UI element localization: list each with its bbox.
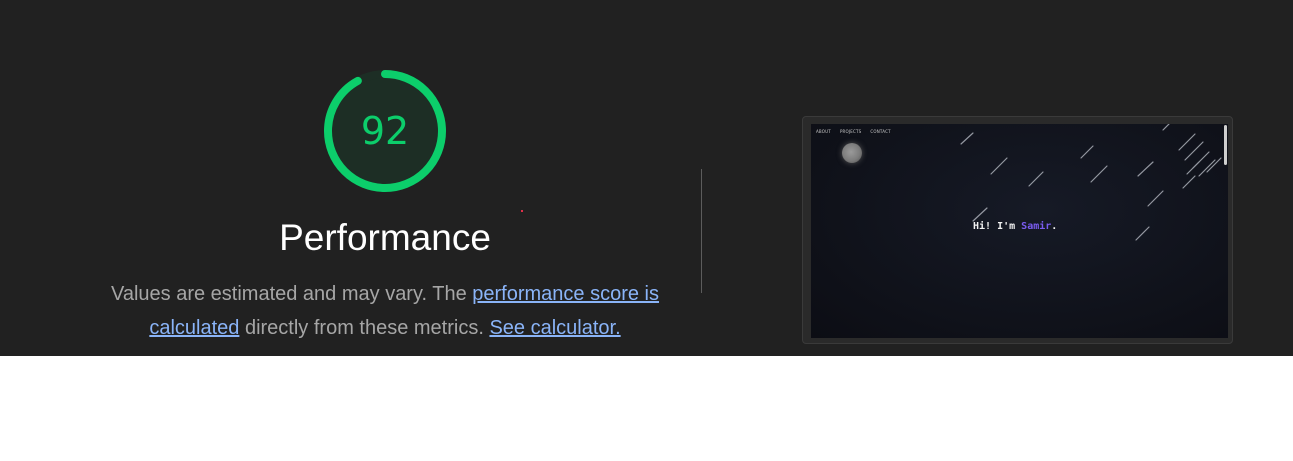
description-text-middle: directly from these metrics.	[239, 317, 490, 339]
decorative-dot	[521, 210, 523, 212]
greeting-name: Samir	[1021, 221, 1052, 232]
greeting-suffix: .	[1051, 221, 1058, 232]
screenshot-greeting: Hi! I'm Samir.	[973, 221, 1057, 232]
performance-summary-panel: 92 Performance Values are estimated and …	[0, 0, 1293, 356]
final-screenshot-frame[interactable]: ABOUT PROJECTS CONTACT Hi! I'm Samir.	[802, 116, 1233, 344]
score-description: Values are estimated and may vary. The p…	[100, 277, 670, 345]
performance-score-value: 92	[360, 109, 410, 153]
see-calculator-link[interactable]: See calculator.	[489, 317, 620, 339]
screenshot-scrollbar	[1224, 125, 1227, 165]
description-text-start: Values are estimated and may vary. The	[110, 283, 473, 305]
greeting-prefix: Hi! I'm	[973, 221, 1022, 232]
final-screenshot: ABOUT PROJECTS CONTACT Hi! I'm Samir.	[811, 124, 1228, 338]
performance-score-gauge[interactable]: 92	[322, 68, 448, 194]
category-title: Performance	[279, 217, 491, 258]
vertical-divider	[701, 169, 702, 293]
